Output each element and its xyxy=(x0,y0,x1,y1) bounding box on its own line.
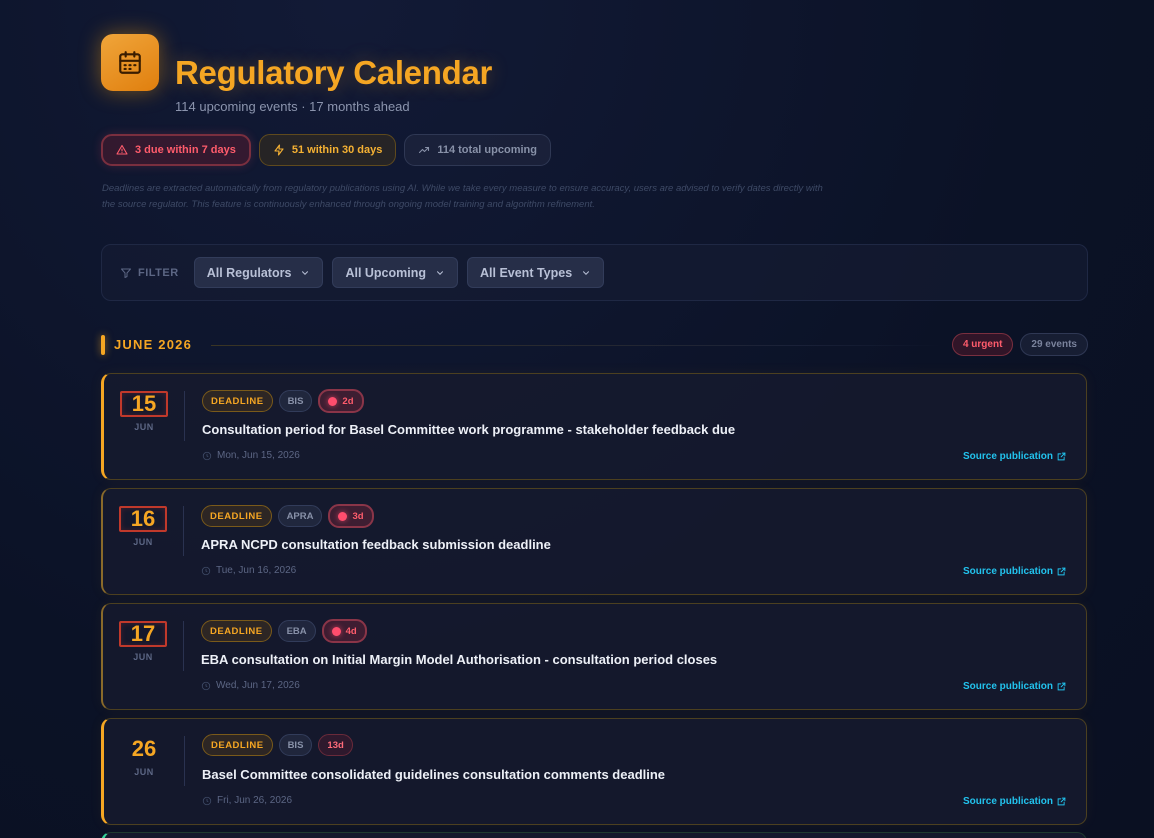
event-title: Basel Committee consolidated guidelines … xyxy=(202,767,666,782)
regulator-tag: BIS xyxy=(278,390,313,412)
month-accent-bar xyxy=(101,335,105,355)
timeframe-filter-select[interactable]: All Upcoming xyxy=(332,257,458,288)
urgent-dot-icon xyxy=(338,511,348,521)
urgent-dot-icon xyxy=(328,396,338,406)
clock-icon xyxy=(202,451,212,460)
month-title: JUNE 2026 xyxy=(114,337,193,352)
card-divider xyxy=(183,621,184,671)
event-type-tag: DEADLINE xyxy=(202,734,273,756)
month-divider xyxy=(211,345,941,346)
external-link-icon xyxy=(1057,682,1066,691)
event-tags: DEADLINE EBA 4d xyxy=(201,619,367,643)
event-day: 26 xyxy=(131,736,157,761)
month-badges: 4 urgent 29 events xyxy=(951,333,1088,356)
month-urgent-badge: 4 urgent xyxy=(951,333,1014,356)
page-subtitle: 114 upcoming events · 17 months ahead xyxy=(175,99,410,114)
card-divider xyxy=(184,736,185,786)
event-tags: DEADLINE BIS 2d xyxy=(202,389,364,413)
page-title: Regulatory Calendar xyxy=(175,54,493,91)
event-list: 15 JUN DEADLINE BIS 2d Consultation peri… xyxy=(101,373,1088,833)
event-date: Wed, Jun 17, 2026 xyxy=(201,680,300,691)
clock-icon xyxy=(202,796,212,805)
calendar-icon xyxy=(101,34,159,91)
external-link-icon xyxy=(1057,452,1066,461)
month-header: JUNE 2026 4 urgent 29 events xyxy=(101,333,1088,357)
external-link-icon xyxy=(1057,797,1066,806)
event-type-tag: DEADLINE xyxy=(202,390,273,412)
event-tags: DEADLINE APRA 3d xyxy=(201,504,374,528)
event-title: Consultation period for Basel Committee … xyxy=(202,422,736,437)
next-event-card-peek[interactable] xyxy=(101,832,1087,838)
warning-icon xyxy=(116,144,128,155)
event-type-tag: DEADLINE xyxy=(201,620,272,642)
urgent-stat-label: 3 due within 7 days xyxy=(135,144,236,156)
regulator-tag: EBA xyxy=(277,620,316,642)
card-divider xyxy=(183,506,184,556)
regulator-tag: APRA xyxy=(277,505,323,527)
event-month: JUN xyxy=(134,422,154,432)
regulator-tag: BIS xyxy=(278,734,313,756)
urgent-stat-pill[interactable]: 3 due within 7 days xyxy=(101,134,251,166)
card-divider xyxy=(184,391,185,441)
event-month: JUN xyxy=(133,652,153,662)
ai-disclaimer: Deadlines are extracted automatically fr… xyxy=(102,183,823,210)
chevron-down-icon xyxy=(583,270,590,275)
chevron-down-icon xyxy=(436,270,444,275)
event-date: Mon, Jun 15, 2026 xyxy=(202,450,300,461)
filter-bar: FILTER All Regulators All Upcoming All E… xyxy=(101,244,1088,301)
filter-label: FILTER xyxy=(120,267,179,279)
external-link-icon xyxy=(1057,567,1066,576)
soon-stat-label: 51 within 30 days xyxy=(291,144,383,156)
countdown-tag: 4d xyxy=(321,619,367,643)
source-publication-link[interactable]: Source publication xyxy=(963,451,1066,462)
event-type-tag: DEADLINE xyxy=(201,505,272,527)
lightning-icon xyxy=(274,144,284,156)
source-publication-link[interactable]: Source publication xyxy=(963,566,1066,577)
page: Regulatory Calendar 114 upcoming events … xyxy=(101,34,1088,825)
soon-stat-pill[interactable]: 51 within 30 days xyxy=(258,134,397,166)
urgent-dot-icon xyxy=(331,626,341,636)
event-card[interactable]: 17 JUN DEADLINE EBA 4d EBA consultation … xyxy=(101,603,1087,710)
countdown-tag: 13d xyxy=(318,734,353,756)
event-day: 15 xyxy=(120,391,168,417)
event-month: JUN xyxy=(134,767,154,777)
countdown-tag: 3d xyxy=(328,504,374,528)
countdown-tag: 2d xyxy=(318,389,364,413)
clock-icon xyxy=(201,566,211,575)
event-date: Tue, Jun 16, 2026 xyxy=(201,565,296,576)
event-day: 17 xyxy=(119,621,167,647)
event-day: 16 xyxy=(119,506,167,532)
regulator-filter-select[interactable]: All Regulators xyxy=(193,257,324,288)
event-type-filter-select[interactable]: All Event Types xyxy=(467,257,605,288)
stats-row: 3 due within 7 days 51 within 30 days 11… xyxy=(101,134,551,166)
event-title: APRA NCPD consultation feedback submissi… xyxy=(201,537,551,552)
total-stat-pill[interactable]: 114 total upcoming xyxy=(404,134,551,166)
event-card[interactable]: 26 JUN DEADLINE BIS 13d Basel Committee … xyxy=(101,718,1087,825)
month-count-badge: 29 events xyxy=(1020,333,1088,356)
filter-icon xyxy=(121,268,131,278)
total-stat-label: 114 total upcoming xyxy=(437,144,537,156)
event-card[interactable]: 15 JUN DEADLINE BIS 2d Consultation peri… xyxy=(101,373,1087,480)
event-tags: DEADLINE BIS 13d xyxy=(202,734,353,756)
source-publication-link[interactable]: Source publication xyxy=(963,681,1066,692)
source-publication-link[interactable]: Source publication xyxy=(963,796,1066,807)
page-header: Regulatory Calendar 114 upcoming events … xyxy=(101,34,1088,124)
event-title: EBA consultation on Initial Margin Model… xyxy=(201,652,718,667)
event-card[interactable]: 16 JUN DEADLINE APRA 3d APRA NCPD consul… xyxy=(101,488,1087,595)
trending-up-icon xyxy=(419,146,430,154)
clock-icon xyxy=(201,681,211,690)
event-date: Fri, Jun 26, 2026 xyxy=(202,795,292,806)
chevron-down-icon xyxy=(302,270,309,275)
event-month: JUN xyxy=(133,537,153,547)
